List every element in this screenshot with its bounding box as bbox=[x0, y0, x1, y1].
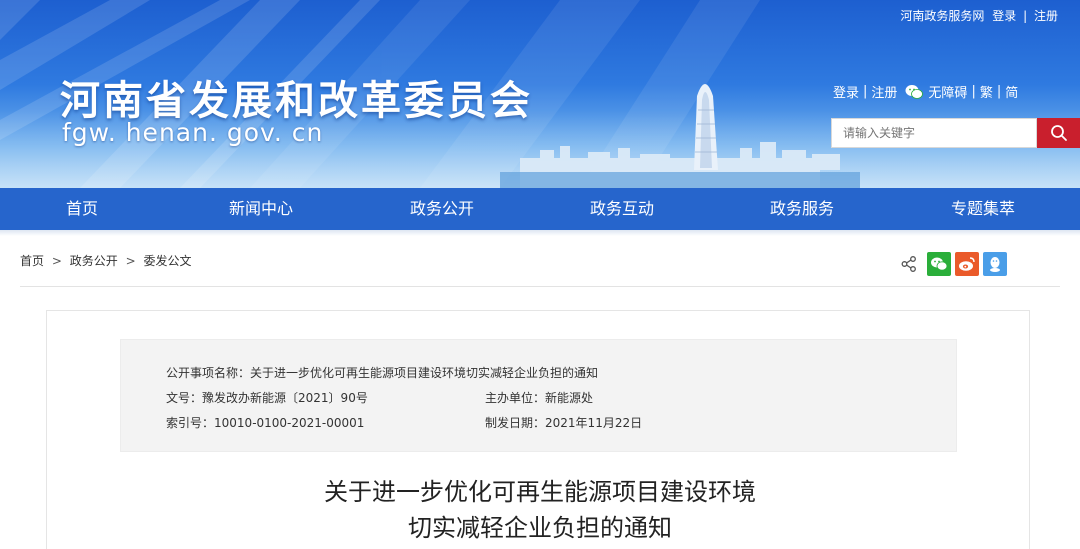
traditional-chinese-link[interactable]: 繁 bbox=[980, 82, 993, 101]
nav-special-topics[interactable]: 专题集萃 bbox=[951, 188, 1015, 230]
issue-date-label: 制发日期： bbox=[485, 416, 546, 430]
article-title-line-1: 关于进一步优化可再生能源项目建设环境 bbox=[324, 478, 756, 506]
wechat-icon[interactable] bbox=[927, 252, 951, 276]
utility-links: 登录 | 注册 无障碍 | 繁 | 简 bbox=[833, 82, 1018, 101]
util-separator: | bbox=[996, 84, 1002, 99]
item-name-value: 关于进一步优化可再生能源项目建设环境切实减轻企业负担的通知 bbox=[250, 366, 599, 380]
search-icon bbox=[1050, 125, 1067, 141]
util-separator: | bbox=[971, 84, 976, 99]
department-label: 主办单位： bbox=[485, 391, 546, 405]
doc-number-value: 豫发改办新能源〔2021〕90号 bbox=[202, 391, 368, 405]
top-links: 河南政务服务网 登录 | 注册 bbox=[900, 7, 1058, 24]
topbar-login-link[interactable]: 登录 bbox=[992, 9, 1016, 23]
breadcrumb-separator: > bbox=[125, 254, 136, 268]
nav-gov-interaction[interactable]: 政务互动 bbox=[590, 188, 654, 230]
info-index-number: 索引号：10010-0100-2021-00001 bbox=[166, 414, 364, 431]
info-item-name: 公开事项名称：关于进一步优化可再生能源项目建设环境切实减轻企业负担的通知 bbox=[166, 364, 598, 381]
info-doc-number: 文号：豫发改办新能源〔2021〕90号 bbox=[166, 389, 368, 406]
breadcrumb: 首页 > 政务公开 > 委发公文 bbox=[20, 252, 191, 269]
breadcrumb-divider bbox=[20, 286, 1060, 287]
search-button[interactable] bbox=[1037, 118, 1080, 148]
search-input[interactable] bbox=[831, 118, 1037, 148]
header-banner: 河南政务服务网 登录 | 注册 河南省发展和改革委员会 fgw. henan. … bbox=[0, 0, 1080, 188]
qq-icon[interactable] bbox=[983, 252, 1007, 276]
breadcrumb-gov-affairs-public[interactable]: 政务公开 bbox=[70, 254, 118, 268]
wechat-icon[interactable] bbox=[905, 84, 924, 100]
article-title-line-2: 切实减轻企业负担的通知 bbox=[408, 514, 672, 542]
util-separator: | bbox=[863, 84, 868, 99]
topbar-register-link[interactable]: 注册 bbox=[1034, 9, 1058, 23]
portal-link[interactable]: 河南政务服务网 bbox=[900, 9, 984, 23]
index-number-value: 10010-0100-2021-00001 bbox=[214, 416, 365, 430]
simplified-chinese-link[interactable]: 简 bbox=[1005, 82, 1018, 101]
register-link[interactable]: 注册 bbox=[871, 82, 897, 101]
breadcrumb-separator: > bbox=[51, 254, 62, 268]
nav-gov-affairs-public[interactable]: 政务公开 bbox=[410, 188, 474, 230]
breadcrumb-home[interactable]: 首页 bbox=[20, 254, 44, 268]
info-department: 主办单位：新能源处 bbox=[485, 389, 593, 406]
breadcrumb-documents[interactable]: 委发公文 bbox=[143, 254, 191, 268]
item-name-label: 公开事项名称： bbox=[166, 366, 251, 380]
nav-gov-service[interactable]: 政务服务 bbox=[770, 188, 834, 230]
nav-home[interactable]: 首页 bbox=[66, 188, 98, 230]
barrier-free-link[interactable]: 无障碍 bbox=[928, 82, 967, 101]
site-url: fgw. henan. gov. cn bbox=[62, 118, 324, 147]
index-number-label: 索引号： bbox=[166, 416, 215, 430]
department-value: 新能源处 bbox=[545, 391, 594, 405]
main-nav: 首页 新闻中心 政务公开 政务互动 政务服务 专题集萃 bbox=[0, 188, 1080, 230]
topbar-separator: | bbox=[1023, 9, 1028, 23]
nav-news[interactable]: 新闻中心 bbox=[229, 188, 293, 230]
login-link[interactable]: 登录 bbox=[833, 82, 859, 101]
weibo-icon[interactable] bbox=[955, 252, 979, 276]
nav-shadow bbox=[0, 230, 1080, 236]
doc-number-label: 文号： bbox=[166, 391, 203, 405]
share-bar bbox=[897, 252, 1011, 276]
info-issue-date: 制发日期：2021年11月22日 bbox=[485, 414, 642, 431]
share-icon[interactable] bbox=[897, 252, 921, 276]
document-info-box: 公开事项名称：关于进一步优化可再生能源项目建设环境切实减轻企业负担的通知 文号：… bbox=[120, 339, 957, 452]
issue-date-value: 2021年11月22日 bbox=[545, 416, 643, 430]
